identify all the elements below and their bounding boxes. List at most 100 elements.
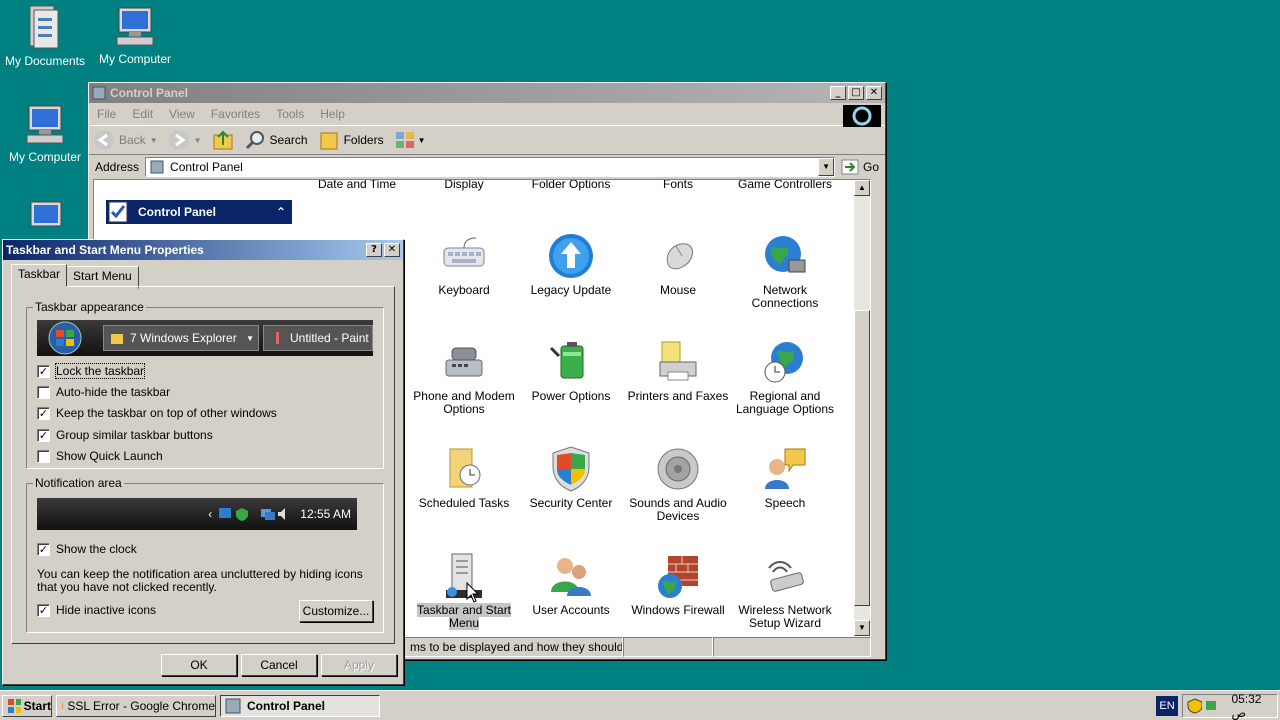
address-input[interactable]: Control Panel ▼ <box>145 157 836 177</box>
minimize-button[interactable]: _ <box>830 86 846 100</box>
cp-item-display[interactable]: Display <box>409 180 519 191</box>
keep-on-top-checkbox[interactable]: ✓ Keep the taskbar on top of other window… <box>37 406 277 420</box>
group-label: Taskbar appearance <box>33 300 146 314</box>
menu-view[interactable]: View <box>169 107 195 121</box>
checkbox-box[interactable] <box>37 385 50 399</box>
task-pane-header[interactable]: Control Panel ⌃ <box>106 200 292 224</box>
item-label: Taskbar and Start Menu <box>416 603 512 630</box>
maximize-button[interactable]: □ <box>848 86 864 100</box>
scroll-up-button[interactable]: ▲ <box>854 180 870 196</box>
customize-button[interactable]: Customize... <box>299 600 373 622</box>
control-panel-titlebar[interactable]: Control Panel _ □ ✕ <box>89 83 885 103</box>
address-value: Control Panel <box>170 160 243 174</box>
cp-item-legacy-update[interactable]: Legacy Update <box>516 232 626 297</box>
views-button[interactable]: ▼ <box>394 129 426 151</box>
cp-item-date-time[interactable]: Date and Time <box>302 180 412 191</box>
dialog-close-button[interactable]: ✕ <box>384 243 400 257</box>
task-label: Control Panel <box>247 699 326 713</box>
back-button[interactable]: Back ▼ <box>93 129 158 151</box>
apply-button[interactable]: Apply <box>321 654 397 676</box>
up-folder-button[interactable] <box>212 129 234 151</box>
forward-button[interactable]: ▼ <box>168 129 202 151</box>
cp-item-game-controllers[interactable]: Game Controllers <box>730 180 840 191</box>
notification-area-group: Notification area ‹ 12:55 AM ✓ Show the c… <box>26 476 384 633</box>
address-dropdown-button[interactable]: ▼ <box>818 158 835 176</box>
go-button[interactable]: Go <box>841 159 879 175</box>
show-clock-checkbox[interactable]: ✓ Show the clock <box>37 542 137 556</box>
task-control-panel[interactable]: Control Panel <box>220 695 380 717</box>
checkbox-box[interactable]: ✓ <box>37 406 50 420</box>
chevron-down-icon: ▼ <box>149 135 158 145</box>
desktop-icon-my-computer-2[interactable]: My Computer <box>0 104 90 164</box>
tab-taskbar[interactable]: Taskbar <box>11 264 68 287</box>
search-button[interactable]: Search <box>244 129 308 151</box>
search-icon <box>245 131 264 150</box>
cp-item-network-connections[interactable]: Network Connections <box>730 232 840 310</box>
speech-bubble-icon <box>765 448 806 489</box>
cp-item-speech[interactable]: Speech <box>730 445 840 510</box>
menu-edit[interactable]: Edit <box>132 107 153 121</box>
checkbox-box[interactable] <box>37 449 50 463</box>
scroll-thumb[interactable] <box>854 310 870 606</box>
collapse-chevron-icon[interactable]: ⌃ <box>276 205 286 219</box>
menu-tools[interactable]: Tools <box>276 107 304 121</box>
cp-item-taskbar-start-menu[interactable]: Taskbar and Start Menu <box>409 552 519 630</box>
status-pane-3 <box>713 637 871 657</box>
desktop-icon-my-documents[interactable]: My Documents <box>0 4 90 68</box>
mouse-icon <box>666 243 693 270</box>
close-button[interactable]: ✕ <box>866 86 882 100</box>
control-panel-icon <box>150 160 164 174</box>
lock-taskbar-checkbox[interactable]: ✓ Lock the taskbar <box>37 363 146 379</box>
group-buttons-checkbox[interactable]: ✓ Group similar taskbar buttons <box>37 428 213 442</box>
cp-item-keyboard[interactable]: Keyboard <box>409 232 519 297</box>
control-panel-icon <box>92 86 106 100</box>
cp-item-phone-modem[interactable]: Phone and Modem Options <box>409 338 519 416</box>
quick-launch-checkbox[interactable]: Show Quick Launch <box>37 449 163 463</box>
security-alert-tray-icon[interactable] <box>1187 698 1203 714</box>
control-panel-checklist-icon <box>108 201 128 223</box>
globe-clock-icon <box>764 342 803 383</box>
cp-item-mouse[interactable]: Mouse <box>623 232 733 297</box>
desktop-icon-network[interactable] <box>0 200 90 244</box>
network-tray-icon <box>261 509 276 520</box>
checkbox-box[interactable]: ✓ <box>37 542 50 556</box>
tray-clock[interactable]: 05:32 ص <box>1231 692 1277 720</box>
cp-item-regional-language[interactable]: Regional and Language Options <box>730 338 840 416</box>
ok-button[interactable]: OK <box>161 654 237 676</box>
task-chrome[interactable]: SSL Error - Google Chrome <box>56 695 216 717</box>
folders-label: Folders <box>343 133 384 147</box>
checkbox-label: Auto-hide the taskbar <box>56 385 171 399</box>
cp-item-printers-faxes[interactable]: Printers and Faxes <box>623 338 733 403</box>
dialog-titlebar[interactable]: Taskbar and Start Menu Properties ? ✕ <box>3 240 403 260</box>
cp-item-wireless-setup[interactable]: Wireless Network Setup Wizard <box>730 552 840 630</box>
menu-help[interactable]: Help <box>320 107 345 121</box>
cp-item-fonts[interactable]: Fonts <box>623 180 733 191</box>
checkbox-label: Lock the taskbar <box>54 363 146 379</box>
hide-inactive-checkbox[interactable]: ✓ Hide inactive icons <box>37 603 156 617</box>
start-button[interactable]: Start <box>2 695 52 717</box>
folders-button[interactable]: Folders <box>318 129 384 151</box>
cp-item-folder-options[interactable]: Folder Options <box>516 180 626 191</box>
cp-item-scheduled-tasks[interactable]: Scheduled Tasks <box>409 445 519 510</box>
cp-item-windows-firewall[interactable]: Windows Firewall <box>623 552 733 617</box>
help-button[interactable]: ? <box>366 243 382 257</box>
documents-folder-icon <box>29 5 59 49</box>
checkbox-box[interactable]: ✓ <box>37 428 50 442</box>
menu-favorites[interactable]: Favorites <box>211 107 260 121</box>
auto-hide-checkbox[interactable]: Auto-hide the taskbar <box>37 385 170 399</box>
item-label: Regional and Language Options <box>735 389 835 416</box>
cp-item-power-options[interactable]: Power Options <box>516 338 626 403</box>
cp-item-sounds-audio[interactable]: Sounds and Audio Devices <box>623 445 733 523</box>
cancel-button[interactable]: Cancel <box>241 654 317 676</box>
network-tray-icon[interactable] <box>1204 698 1219 714</box>
cp-item-security-center[interactable]: Security Center <box>516 445 626 510</box>
checkbox-box[interactable]: ✓ <box>37 603 50 617</box>
cp-item-user-accounts[interactable]: User Accounts <box>516 552 626 617</box>
language-indicator[interactable]: EN <box>1156 696 1178 716</box>
vertical-scrollbar[interactable]: ▲ ▼ <box>854 180 870 636</box>
menu-file[interactable]: File <box>97 107 116 121</box>
checkbox-box[interactable]: ✓ <box>37 364 50 378</box>
scroll-down-button[interactable]: ▼ <box>854 620 870 636</box>
forward-arrow-icon <box>168 130 189 150</box>
desktop-icon-my-computer[interactable]: My Computer <box>90 6 180 66</box>
